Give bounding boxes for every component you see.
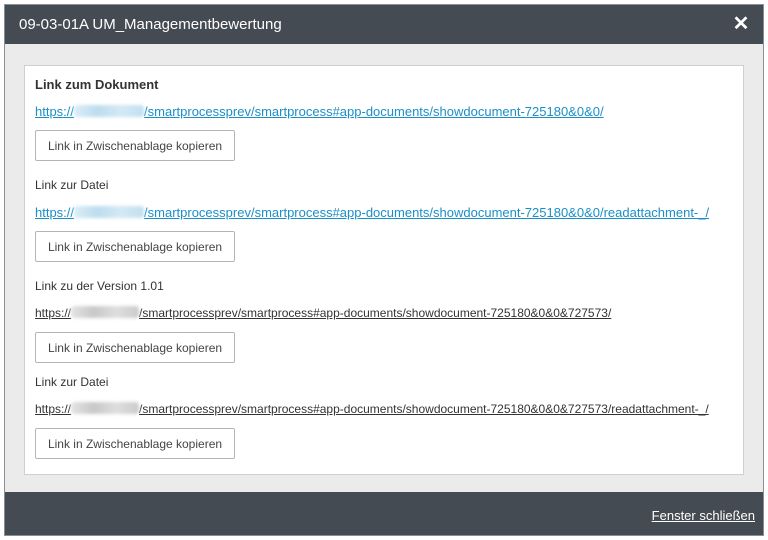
section-title-document-link: Link zum Dokument bbox=[35, 77, 159, 92]
section-title-version-link: Link zu der Version 1.01 bbox=[35, 279, 164, 293]
redacted-host bbox=[74, 105, 145, 117]
redacted-host bbox=[71, 306, 140, 318]
copy-version-file-link-button[interactable]: Link in Zwischenablage kopieren bbox=[35, 428, 235, 459]
dialog-footer: Fenster schließen bbox=[5, 492, 763, 535]
link-prefix: https:// bbox=[35, 205, 75, 220]
redacted-host bbox=[74, 206, 145, 218]
link-path: /smartprocessprev/smartprocess#app-docum… bbox=[139, 306, 612, 320]
dialog-title: 09-03-01A UM_Managementbewertung bbox=[19, 16, 282, 33]
link-path: /smartprocessprev/smartprocess#app-docum… bbox=[139, 402, 709, 416]
copy-file-link-button[interactable]: Link in Zwischenablage kopieren bbox=[35, 231, 235, 262]
link-path: /smartprocessprev/smartprocess#app-docum… bbox=[144, 205, 710, 220]
share-link-dialog: 09-03-01A UM_Managementbewertung ✕ Link … bbox=[4, 4, 764, 536]
section-title-version-file-link: Link zur Datei bbox=[35, 375, 109, 389]
link-prefix: https:// bbox=[35, 306, 72, 320]
close-window-link[interactable]: Fenster schließen bbox=[652, 508, 755, 523]
copy-document-link-button[interactable]: Link in Zwischenablage kopieren bbox=[35, 130, 235, 161]
copy-version-link-button[interactable]: Link in Zwischenablage kopieren bbox=[35, 332, 235, 363]
link-path: /smartprocessprev/smartprocess#app-docum… bbox=[144, 104, 604, 119]
redacted-host bbox=[71, 402, 140, 414]
version-link[interactable]: https:// /smartprocessprev/smartprocess#a… bbox=[35, 306, 611, 320]
section-title-file-link: Link zur Datei bbox=[35, 178, 109, 192]
link-prefix: https:// bbox=[35, 402, 72, 416]
version-file-link[interactable]: https:// /smartprocessprev/smartprocess#a… bbox=[35, 402, 709, 416]
file-link[interactable]: https:// /smartprocessprev/smartprocess#a… bbox=[35, 205, 709, 220]
dialog-body: Link zum Dokument https:// /smartprocessp… bbox=[5, 44, 763, 492]
close-icon[interactable]: ✕ bbox=[731, 14, 751, 34]
document-link[interactable]: https:// /smartprocessprev/smartprocess#a… bbox=[35, 104, 604, 119]
links-panel: Link zum Dokument https:// /smartprocessp… bbox=[24, 65, 744, 475]
dialog-header: 09-03-01A UM_Managementbewertung ✕ bbox=[5, 5, 763, 44]
link-prefix: https:// bbox=[35, 104, 75, 119]
